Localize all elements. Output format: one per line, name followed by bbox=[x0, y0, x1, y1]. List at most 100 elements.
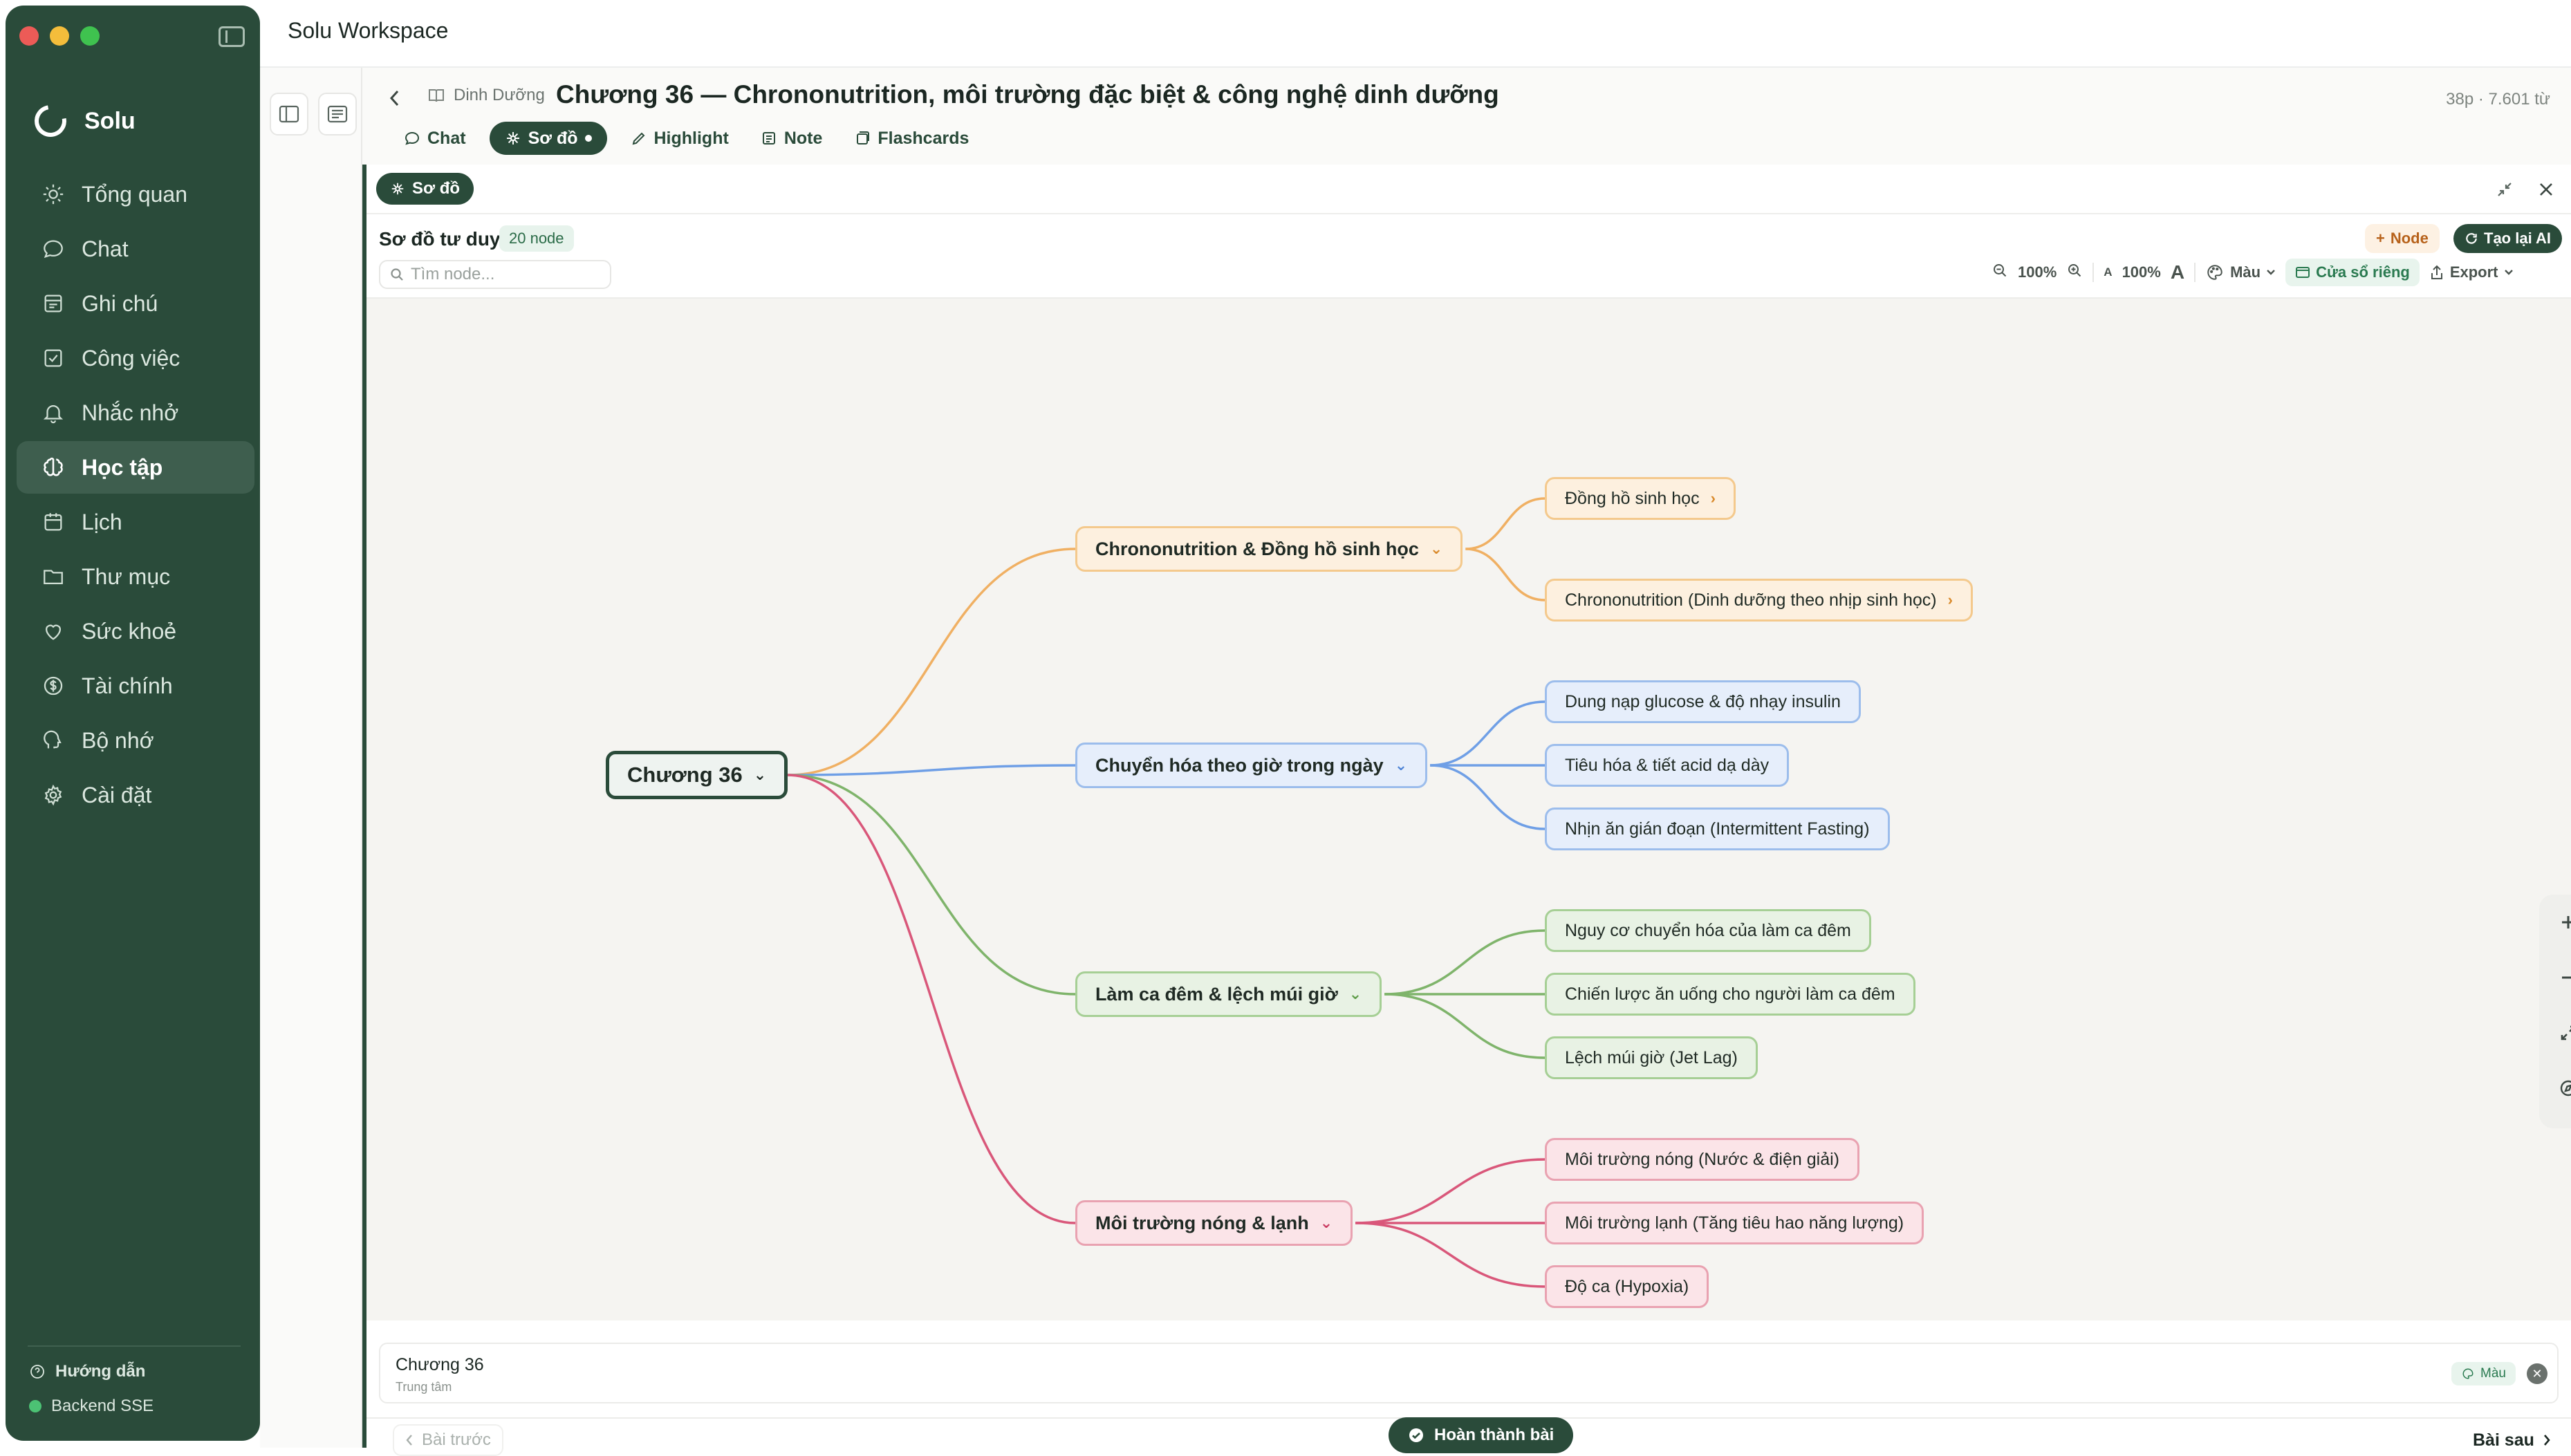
sidebar-item-suc-khoe[interactable]: Sức khoẻ bbox=[17, 605, 254, 657]
search-input[interactable] bbox=[411, 265, 597, 284]
node-color-button[interactable]: Màu bbox=[2451, 1362, 2516, 1385]
mindmap-root-node[interactable]: Chương 36 ⌄ bbox=[606, 751, 788, 799]
toggle-reader-button[interactable] bbox=[318, 93, 357, 136]
chevron-down-icon[interactable]: ⌄ bbox=[1395, 756, 1407, 774]
mindmap-leaf-node[interactable]: Chrononutrition (Dinh dưỡng theo nhịp si… bbox=[1545, 579, 1973, 622]
chevron-down-icon[interactable]: ⌄ bbox=[1349, 985, 1362, 1003]
chevron-down-icon[interactable]: ⌄ bbox=[754, 766, 766, 784]
tab-flashcards[interactable]: Flashcards bbox=[846, 122, 977, 155]
mindmap-link bbox=[1465, 497, 1546, 550]
sidebar-item-bo-nho[interactable]: Bộ nhớ bbox=[17, 714, 254, 767]
sun-icon bbox=[43, 184, 64, 205]
sidebar-item-ghi-chu[interactable]: Ghi chú bbox=[17, 277, 254, 330]
mindmap-leaf-node[interactable]: Đồng hồ sinh học › bbox=[1545, 477, 1736, 520]
zoom-out-icon bbox=[1994, 264, 2007, 277]
chevron-down-icon[interactable]: ⌄ bbox=[1320, 1214, 1333, 1232]
panel-toggle-strip bbox=[260, 68, 362, 1448]
sidebar-item-cong-viec[interactable]: Công việc bbox=[17, 332, 254, 384]
add-node-button[interactable]: + Node bbox=[2365, 224, 2440, 253]
minimize-arrows-icon bbox=[2498, 183, 2512, 196]
toolbar-separator bbox=[2092, 263, 2095, 282]
mindmap-branch-node[interactable]: Làm ca đêm & lệch múi giờ ⌄ bbox=[1075, 971, 1382, 1017]
node-color-label: Màu bbox=[2480, 1366, 2506, 1381]
previous-lesson-button[interactable]: Bài trước bbox=[393, 1424, 503, 1456]
back-button[interactable] bbox=[383, 83, 407, 113]
mindmap-panel: Sơ đồ Sơ đồ tư duy 20 node + Node Tạo lạ… bbox=[362, 165, 2571, 1456]
mindmap-leaf-node[interactable]: Dung nạp glucose & độ nhạy insulin bbox=[1545, 680, 1861, 723]
font-larger-button[interactable]: A bbox=[2171, 261, 2184, 283]
color-menu-button[interactable]: Màu bbox=[2205, 263, 2276, 281]
mindmap-leaf-node[interactable]: Môi trường nóng (Nước & điện giải) bbox=[1545, 1138, 1859, 1181]
open-window-button[interactable]: Cửa sổ riêng bbox=[2285, 259, 2420, 286]
close-selection-button[interactable]: ✕ bbox=[2527, 1363, 2547, 1384]
node-label: Môi trường lạnh (Tăng tiêu hao năng lượn… bbox=[1565, 1213, 1904, 1233]
mindmap-leaf-node[interactable]: Nguy cơ chuyển hóa của làm ca đêm bbox=[1545, 909, 1871, 952]
sidebar-item-chat[interactable]: Chat bbox=[17, 223, 254, 275]
tab-label: Note bbox=[783, 128, 823, 148]
node-label: Chrononutrition & Đồng hồ sinh học bbox=[1095, 538, 1419, 559]
tab-highlight[interactable]: Highlight bbox=[622, 122, 737, 155]
next-lesson-button[interactable]: Bài sau bbox=[2473, 1424, 2551, 1456]
mindmap-branch-node[interactable]: Chrononutrition & Đồng hồ sinh học ⌄ bbox=[1075, 526, 1463, 572]
tab-label: Flashcards bbox=[878, 128, 969, 148]
font-smaller-button[interactable]: A bbox=[2104, 265, 2112, 279]
sidebar-item-lich[interactable]: Lịch bbox=[17, 496, 254, 548]
chevron-right-icon[interactable]: › bbox=[1711, 489, 1716, 507]
mindmap-leaf-node[interactable]: Môi trường lạnh (Tăng tiêu hao năng lượn… bbox=[1545, 1202, 1924, 1244]
node-search[interactable] bbox=[379, 260, 611, 289]
panel-chip[interactable]: Sơ đồ bbox=[376, 173, 474, 205]
chevron-right-icon[interactable]: › bbox=[1948, 591, 1953, 609]
canvas-zoom-out-button[interactable] bbox=[2539, 950, 2571, 1005]
mindmap-leaf-node[interactable]: Độ ca (Hypoxia) bbox=[1545, 1265, 1709, 1308]
sidebar-item-tai-chinh[interactable]: Tài chính bbox=[17, 660, 254, 712]
font-scale: 100% bbox=[2122, 263, 2161, 281]
mindmap-leaf-node[interactable]: Lệch múi giờ (Jet Lag) bbox=[1545, 1036, 1758, 1079]
sidebar-item-cai-dat[interactable]: Cài đặt bbox=[17, 769, 254, 821]
status-dot-icon bbox=[29, 1400, 41, 1412]
node-label: Chuyển hóa theo giờ trong ngày bbox=[1095, 754, 1384, 776]
node-label: Chrononutrition (Dinh dưỡng theo nhịp si… bbox=[1565, 590, 1937, 610]
sidebar-item-tong-quan[interactable]: Tổng quan bbox=[17, 168, 254, 221]
collapse-panel-button[interactable] bbox=[2491, 176, 2518, 203]
mindmap-branch-node[interactable]: Môi trường nóng & lạnh ⌄ bbox=[1075, 1200, 1353, 1246]
mindmap-canvas[interactable]: Chương 36 ⌄ Chrononutrition & Đồng hồ si… bbox=[366, 299, 2571, 1320]
mindmap-link bbox=[1430, 700, 1546, 767]
tab-note[interactable]: Note bbox=[752, 122, 831, 155]
mindmap-link bbox=[1355, 1222, 1546, 1288]
chevron-right-icon bbox=[2543, 1435, 2550, 1446]
sidebar-item-thu-muc[interactable]: Thư mục bbox=[17, 550, 254, 603]
close-panel-button[interactable] bbox=[2532, 176, 2560, 203]
regenerate-ai-button[interactable]: Tạo lại AI bbox=[2453, 224, 2562, 253]
close-window-button[interactable] bbox=[19, 26, 39, 46]
breadcrumb[interactable]: Dinh Dưỡng bbox=[427, 86, 545, 105]
tab-chat[interactable]: Chat bbox=[396, 122, 474, 155]
maximize-window-button[interactable] bbox=[80, 26, 100, 46]
toggle-outline-button[interactable] bbox=[270, 93, 308, 136]
mindmap-leaf-node[interactable]: Nhịn ăn gián đoạn (Intermittent Fasting) bbox=[1545, 808, 1890, 850]
complete-lesson-button[interactable]: Hoàn thành bài bbox=[1389, 1417, 1574, 1453]
sidebar-item-label: Công việc bbox=[82, 345, 180, 371]
plus-icon: + bbox=[2376, 230, 2385, 247]
zoom-in-button[interactable] bbox=[2066, 262, 2083, 283]
heart-icon bbox=[45, 624, 62, 640]
mindmap-leaf-node[interactable]: Tiêu hóa & tiết acid dạ dày bbox=[1545, 744, 1790, 787]
sidebar-item-nhac-nho[interactable]: Nhắc nhở bbox=[17, 386, 254, 439]
node-label: Nhịn ăn gián đoạn (Intermittent Fasting) bbox=[1565, 819, 1870, 839]
mindmap-leaf-node[interactable]: Chiến lược ăn uống cho người làm ca đêm bbox=[1545, 973, 1915, 1016]
canvas-zoom-in-button[interactable] bbox=[2539, 895, 2571, 950]
zoom-out-button[interactable] bbox=[1992, 262, 2008, 283]
sidebar-nav: Tổng quan Chat Ghi chú Công việc Nhắc nh… bbox=[17, 168, 254, 823]
reset-view-button[interactable] bbox=[2539, 1061, 2571, 1116]
export-button[interactable]: Export bbox=[2429, 263, 2514, 281]
selected-node-subtitle: Trung tâm bbox=[396, 1380, 452, 1394]
mindmap-branch-node[interactable]: Chuyển hóa theo giờ trong ngày ⌄ bbox=[1075, 743, 1428, 788]
sidebar-item-hoc-tap[interactable]: Học tập bbox=[17, 441, 254, 494]
tab-so-do[interactable]: Sơ đồ bbox=[489, 122, 607, 155]
fit-view-button[interactable] bbox=[2539, 1005, 2571, 1061]
chevron-down-icon[interactable]: ⌄ bbox=[1430, 540, 1442, 558]
help-link[interactable]: Hướng dẫn bbox=[29, 1362, 145, 1381]
minimize-window-button[interactable] bbox=[50, 26, 69, 46]
expand-arrows-icon bbox=[2561, 1025, 2571, 1040]
tab-label: Chat bbox=[427, 128, 466, 148]
sidebar-toggle-icon[interactable] bbox=[219, 26, 245, 47]
